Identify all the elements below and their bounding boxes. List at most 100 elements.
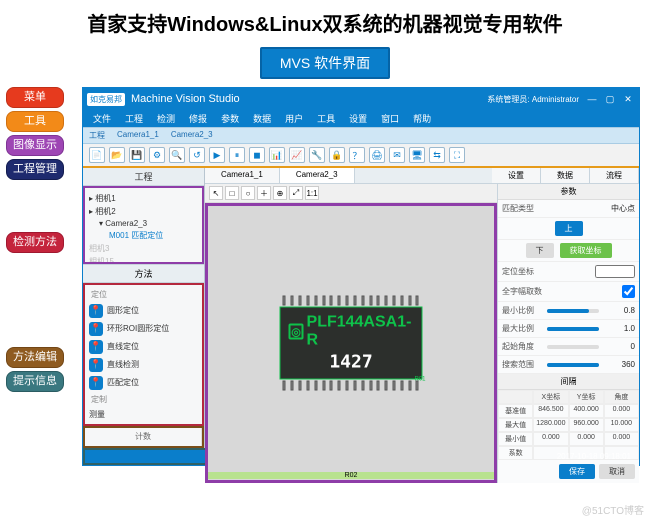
menu-report[interactable]: 修报 bbox=[189, 112, 207, 125]
ctool-pointer-icon[interactable]: ↖ bbox=[209, 186, 223, 200]
pos-label: 定位坐标 bbox=[502, 266, 593, 277]
ctool-cross-icon[interactable]: ＋ bbox=[257, 186, 271, 200]
tb-gear-icon[interactable]: ⚙ bbox=[149, 147, 165, 163]
tb-search-icon[interactable]: 🔍 bbox=[169, 147, 185, 163]
right-tab-settings[interactable]: 设置 bbox=[492, 168, 541, 183]
project-tree[interactable]: ▸ 相机1 ▸ 相机2 ▾ Camera2_3 M001 匹配定位 相机3 相机… bbox=[83, 186, 204, 264]
tree-cam3[interactable]: 相机3 bbox=[89, 242, 198, 255]
p-start-angle-val[interactable]: 0 bbox=[601, 342, 635, 351]
tb-help-icon[interactable]: ？ bbox=[349, 147, 365, 163]
app-title: Machine Vision Studio bbox=[131, 93, 487, 105]
tb-print-icon[interactable]: 🖨 bbox=[369, 147, 385, 163]
p-start-angle-label: 起始角度 bbox=[502, 341, 545, 352]
canvas-tab-1[interactable]: Camera1_1 bbox=[205, 168, 280, 183]
tb-save-icon[interactable]: 💾 bbox=[129, 147, 145, 163]
tree-cam1[interactable]: ▸ 相机1 bbox=[89, 192, 198, 205]
roi2-label: R02 bbox=[205, 472, 497, 479]
tb-stop-icon[interactable]: ◼ bbox=[249, 147, 265, 163]
tb-transfer-icon[interactable]: ⇆ bbox=[429, 147, 445, 163]
label-project: 工程管理 bbox=[6, 159, 64, 180]
match-type-value[interactable]: 中心点 bbox=[601, 203, 635, 214]
btn-cancel[interactable]: 取消 bbox=[599, 464, 635, 479]
ctool-fit-icon[interactable]: ⤢ bbox=[289, 186, 303, 200]
tb-lock-icon[interactable]: 🔒 bbox=[329, 147, 345, 163]
p-max-ratio-label: 最大比例 bbox=[502, 323, 545, 334]
tb-play-icon[interactable]: ▶ bbox=[209, 147, 225, 163]
menu-project[interactable]: 工程 bbox=[125, 112, 143, 125]
tree-cam15[interactable]: 相机15 bbox=[89, 255, 198, 264]
image-canvas[interactable]: ◎PLF144ASA1-R 1427 R01 R02 bbox=[205, 203, 497, 483]
tb-open-icon[interactable]: 📂 bbox=[109, 147, 125, 163]
method-match[interactable]: 📍匹配定位 bbox=[87, 374, 200, 392]
tb-wrench-icon[interactable]: 🔧 bbox=[309, 147, 325, 163]
ctool-actual-icon[interactable]: 1:1 bbox=[305, 186, 319, 200]
breadcrumb-root[interactable]: 工程 bbox=[89, 130, 105, 141]
breadcrumb-cam2[interactable]: Camera2_3 bbox=[171, 130, 213, 141]
maximize-icon[interactable]: ▢ bbox=[603, 94, 617, 105]
tb-fullscreen-icon[interactable]: ⛶ bbox=[449, 147, 465, 163]
menu-data[interactable]: 数据 bbox=[253, 112, 271, 125]
p-search-range-label: 搜索范围 bbox=[502, 359, 545, 370]
p-max-ratio-val[interactable]: 1.0 bbox=[601, 324, 635, 333]
method-line[interactable]: 📍直线定位 bbox=[87, 338, 200, 356]
btn-up[interactable]: 上 bbox=[555, 221, 583, 236]
method-ring[interactable]: 📍环形ROI圆形定位 bbox=[87, 320, 200, 338]
chip-roi[interactable]: ◎PLF144ASA1-R 1427 R01 bbox=[280, 307, 423, 380]
tree-m001[interactable]: M001 匹配定位 bbox=[89, 229, 198, 242]
btn-save[interactable]: 保存 bbox=[559, 464, 595, 479]
tb-pause-icon[interactable]: ⏸ bbox=[229, 147, 245, 163]
headline: 首家支持Windows&Linux双系统的机器视觉专用软件 bbox=[0, 0, 650, 43]
menu-file[interactable]: 文件 bbox=[93, 112, 111, 125]
menu-help[interactable]: 帮助 bbox=[413, 112, 431, 125]
menu-window[interactable]: 窗口 bbox=[381, 112, 399, 125]
menu-user[interactable]: 用户 bbox=[285, 112, 303, 125]
menu-param[interactable]: 参数 bbox=[221, 112, 239, 125]
menu-settings[interactable]: 设置 bbox=[349, 112, 367, 125]
ctool-target-icon[interactable]: ⊕ bbox=[273, 186, 287, 200]
tree-cam2[interactable]: ▸ 相机2 bbox=[89, 205, 198, 218]
p-min-ratio-val[interactable]: 0.8 bbox=[601, 306, 635, 315]
section-badge: MVS 软件界面 bbox=[0, 47, 650, 79]
right-tab-data[interactable]: 数据 bbox=[541, 168, 590, 183]
menu-detect[interactable]: 检测 bbox=[157, 112, 175, 125]
method-measure[interactable]: 测量 bbox=[87, 407, 200, 422]
toolbar: 📄 📂 💾 ⚙ 🔍 ↺ ▶ ⏸ ◼ 📊 📈 🔧 🔒 ？ 🖨 ✉ 🖥 ⇆ ⛶ bbox=[83, 144, 639, 168]
tb-graph-icon[interactable]: 📈 bbox=[289, 147, 305, 163]
chip-pins-bottom bbox=[281, 381, 422, 391]
btn-get-coords[interactable]: 获取坐标 bbox=[560, 243, 612, 258]
tb-chart-icon[interactable]: 📊 bbox=[269, 147, 285, 163]
tb-monitor-icon[interactable]: 🖥 bbox=[409, 147, 425, 163]
btn-down[interactable]: 下 bbox=[526, 243, 554, 258]
minimize-icon[interactable]: — bbox=[585, 94, 599, 105]
method-line-detect[interactable]: 📍直线检测 bbox=[87, 356, 200, 374]
admin-label: 系统管理员: Administrator bbox=[487, 94, 579, 105]
full-checkbox[interactable] bbox=[622, 285, 635, 298]
titlebar: 如克易邦 Machine Vision Studio 系统管理员: Admini… bbox=[83, 88, 639, 110]
tb-mail-icon[interactable]: ✉ bbox=[389, 147, 405, 163]
editor-count[interactable]: 计数 bbox=[85, 428, 202, 446]
ctool-circle-icon[interactable]: ○ bbox=[241, 186, 255, 200]
method-group-locate: 定位 bbox=[87, 287, 200, 302]
menu-tools[interactable]: 工具 bbox=[317, 112, 335, 125]
tree-cam2-3[interactable]: ▾ Camera2_3 bbox=[89, 218, 198, 229]
right-tab-flow[interactable]: 流程 bbox=[590, 168, 639, 183]
tb-new-icon[interactable]: 📄 bbox=[89, 147, 105, 163]
full-label: 全字幅取数 bbox=[502, 286, 620, 297]
chip-logo-icon: ◎ bbox=[289, 324, 304, 340]
method-circle[interactable]: 📍圆形定位 bbox=[87, 302, 200, 320]
tb-refresh-icon[interactable]: ↺ bbox=[189, 147, 205, 163]
label-hint: 提示信息 bbox=[6, 371, 64, 392]
match-type-label: 匹配类型 bbox=[502, 203, 599, 214]
close-icon[interactable]: ✕ bbox=[621, 94, 635, 105]
label-method-edit: 方法编辑 bbox=[6, 347, 64, 368]
pin-icon: 📍 bbox=[89, 340, 103, 354]
canvas-tab-2[interactable]: Camera2_3 bbox=[280, 168, 355, 183]
app-logo: 如克易邦 bbox=[87, 93, 125, 106]
menubar: 文件 工程 检测 修报 参数 数据 用户 工具 设置 窗口 帮助 bbox=[83, 110, 639, 127]
method-editor-bar: 计数 bbox=[83, 426, 204, 448]
pin-icon: 📍 bbox=[89, 358, 103, 372]
ctool-rect-icon[interactable]: □ bbox=[225, 186, 239, 200]
breadcrumb-cam1[interactable]: Camera1_1 bbox=[117, 130, 159, 141]
pos-input[interactable] bbox=[595, 265, 635, 278]
p-search-range-val[interactable]: 360 bbox=[601, 360, 635, 369]
